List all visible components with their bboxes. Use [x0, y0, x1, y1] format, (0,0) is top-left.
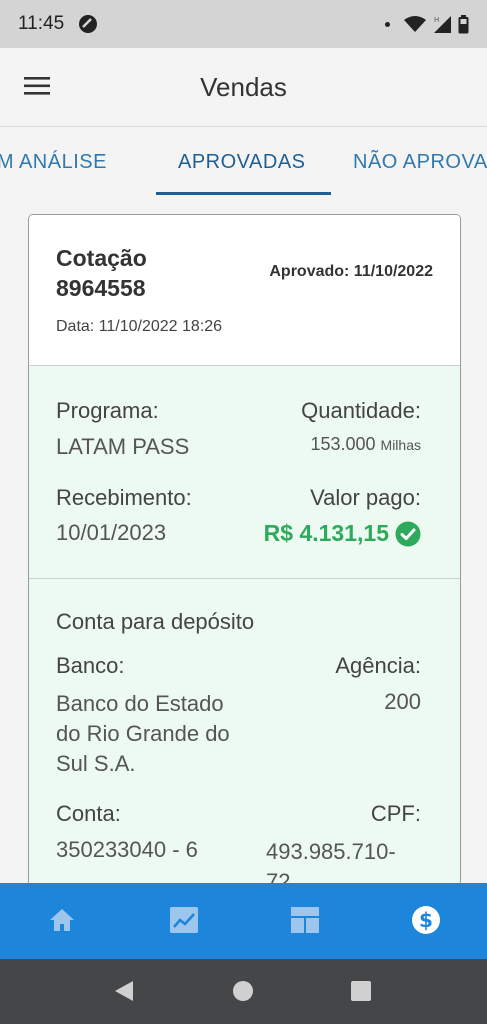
tab-aprovadas[interactable]: APROVADAS — [178, 127, 306, 197]
program-label: Programa: — [56, 398, 159, 423]
app-bar: Vendas — [0, 48, 487, 127]
bank-line: Sul S.A. — [56, 751, 136, 776]
sale-details-section: Programa: Quantidade: LATAM PASS 153.000… — [29, 366, 460, 579]
bank-line: do Rio Grande do — [56, 721, 230, 746]
quantity-unit: Milhas — [380, 437, 421, 453]
account-label: Conta: — [56, 801, 121, 826]
trending-icon[interactable] — [167, 903, 201, 937]
svg-text:$: $ — [419, 908, 433, 932]
status-bar: 11:45 H — [0, 0, 487, 48]
quantity-label: Quantidade: — [301, 398, 421, 423]
quote-date: Data: 11/10/2022 18:26 — [56, 318, 223, 335]
tab-nao-aprovadas[interactable]: NÃO APROVADAS — [353, 127, 487, 197]
signal-icon: H — [434, 16, 451, 33]
paid-value: R$ 4.131,15 — [263, 520, 389, 546]
agency-label: Agência: — [335, 653, 421, 678]
paid-amount: R$ 4.131,15 — [264, 520, 421, 547]
wifi-icon — [404, 16, 426, 32]
sale-card[interactable]: Cotação 8964558 Aprovado: 11/10/2022 Dat… — [28, 214, 461, 916]
bank-label: Banco: — [56, 653, 125, 678]
deposit-account-section: Conta para depósito Banco: Agência: Banc… — [29, 579, 460, 915]
deposit-title: Conta para depósito — [56, 609, 255, 634]
back-icon[interactable] — [113, 979, 135, 1003]
system-navigation-bar — [0, 959, 487, 1024]
page-title: Vendas — [200, 72, 287, 102]
cpf-line: 493.985.710- — [266, 839, 396, 864]
cpf-label: CPF: — [370, 801, 421, 826]
tab-em-analise[interactable]: EM ANÁLISE — [0, 127, 107, 197]
notification-dot-icon — [385, 21, 390, 27]
receipt-date: 10/01/2023 — [56, 520, 167, 545]
status-icons: H — [385, 14, 469, 34]
bank-line: Banco do Estado — [56, 691, 224, 716]
quantity-value: 153.000 Milhas — [310, 434, 421, 455]
paid-label: Valor pago: — [310, 485, 421, 510]
dollar-icon[interactable]: $ — [409, 903, 443, 937]
active-tab-indicator — [156, 192, 331, 195]
receipt-label: Recebimento: — [56, 485, 192, 510]
battery-icon — [458, 14, 469, 33]
quote-title: Cotação 8964558 — [56, 243, 147, 303]
recents-icon[interactable] — [350, 979, 372, 1003]
account-value: 350233040 - 6 — [56, 837, 198, 862]
agency-value: 200 — [384, 689, 421, 714]
quote-title-label: Cotação — [56, 245, 147, 271]
bank-value: Banco do Estado do Rio Grande do Sul S.A… — [56, 689, 230, 779]
home-icon[interactable] — [45, 903, 79, 937]
do-not-disturb-icon — [79, 15, 98, 33]
bottom-navigation: $ — [0, 883, 487, 959]
card-header: Cotação 8964558 Aprovado: 11/10/2022 Dat… — [29, 215, 460, 366]
program-value: LATAM PASS — [56, 434, 190, 459]
home-circle-icon[interactable] — [232, 979, 254, 1003]
status-time: 11:45 — [18, 13, 65, 34]
check-circle-icon — [395, 521, 421, 546]
tab-bar: EM ANÁLISE APROVADAS NÃO APROVADAS — [0, 127, 487, 199]
quantity-number: 153.000 — [310, 434, 376, 454]
svg-text:H: H — [434, 16, 439, 24]
dashboard-icon[interactable] — [288, 903, 322, 937]
quote-number: 8964558 — [56, 275, 146, 301]
approval-date: Aprovado: 11/10/2022 — [269, 263, 433, 280]
